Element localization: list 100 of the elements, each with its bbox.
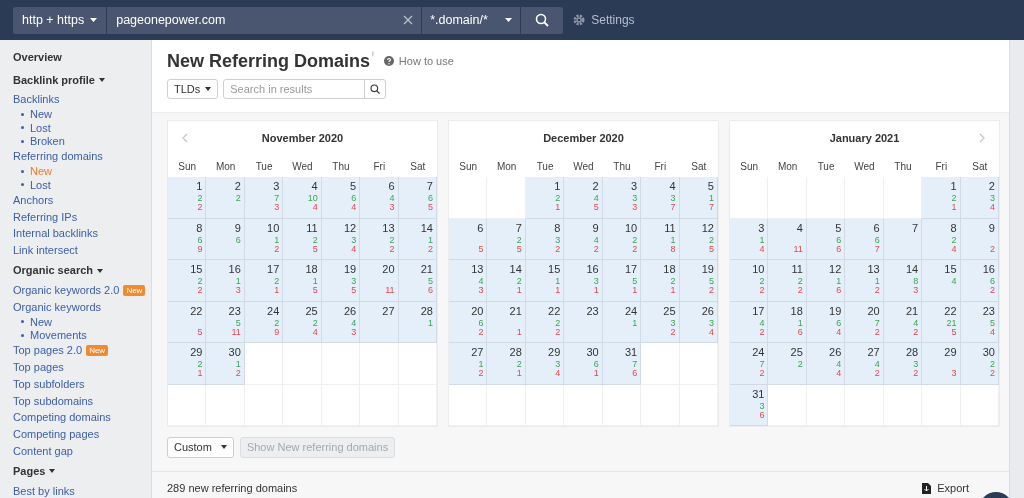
- day-cell[interactable]: 21 5 6: [398, 260, 437, 302]
- day-cell[interactable]: 15 2 2: [168, 260, 207, 302]
- day-cell[interactable]: 20 6 2: [449, 301, 488, 343]
- day-cell[interactable]: 26 4 4: [806, 343, 846, 385]
- day-cell[interactable]: 10 2 2: [730, 260, 769, 302]
- day-cell[interactable]: 22 5: [168, 301, 207, 343]
- day-cell[interactable]: 18 1 6: [768, 301, 807, 343]
- day-cell[interactable]: 12 2 5: [679, 218, 718, 260]
- search-button[interactable]: [521, 6, 564, 34]
- settings-button[interactable]: Settings: [573, 11, 635, 29]
- day-cell[interactable]: 16 3 1: [564, 260, 603, 302]
- day-cell[interactable]: 1 2 1: [525, 177, 565, 219]
- day-cell[interactable]: 30 6 1: [564, 343, 603, 385]
- day-cell[interactable]: 6 4 3: [360, 177, 399, 219]
- day-cell[interactable]: 22 21 5: [922, 301, 961, 343]
- day-cell[interactable]: 11 2 2: [768, 260, 807, 302]
- day-cell[interactable]: 5 1 7: [679, 177, 718, 219]
- sidebar-link[interactable]: Best by links: [13, 482, 75, 498]
- day-cell[interactable]: 29 2 1: [168, 343, 207, 385]
- day-cell[interactable]: 31 3 6: [730, 384, 769, 426]
- section-heading[interactable]: Pages: [13, 463, 46, 480]
- day-cell[interactable]: 23: [564, 301, 603, 343]
- day-cell[interactable]: 29 3 4: [525, 343, 565, 385]
- day-cell[interactable]: 7 2 5: [487, 218, 526, 260]
- day-cell[interactable]: 24 7 2: [730, 343, 769, 385]
- sidebar-link[interactable]: Competing pages: [13, 426, 100, 443]
- day-cell[interactable]: 5 6 6: [806, 218, 846, 260]
- day-cell[interactable]: 24 2 9: [244, 301, 284, 343]
- day-cell[interactable]: 28 3 2: [883, 343, 923, 385]
- day-cell[interactable]: 4 3 7: [641, 177, 680, 219]
- day-cell[interactable]: 17 4 2: [730, 301, 769, 343]
- day-cell[interactable]: 30 2 2: [960, 343, 999, 385]
- day-cell[interactable]: 2 3 4: [960, 177, 999, 219]
- day-cell[interactable]: 27 1 2: [449, 343, 488, 385]
- day-cell[interactable]: 30 1 2: [206, 343, 245, 385]
- day-cell[interactable]: 14 8 3: [883, 260, 923, 302]
- day-cell[interactable]: 1 2 2: [168, 177, 207, 219]
- day-cell[interactable]: 19 3 5: [321, 260, 361, 302]
- day-cell[interactable]: 18 2 1: [641, 260, 680, 302]
- url-field[interactable]: pageonepower.com: [107, 6, 423, 34]
- day-cell[interactable]: 17 2 1: [244, 260, 284, 302]
- day-cell[interactable]: 26 4 3: [321, 301, 361, 343]
- day-cell[interactable]: 11 1 8: [641, 218, 680, 260]
- day-cell[interactable]: 10 2 2: [602, 218, 642, 260]
- day-cell[interactable]: 7 6 5: [398, 177, 437, 219]
- day-cell[interactable]: 20 11: [360, 260, 399, 302]
- day-cell[interactable]: 23 5 4: [960, 301, 999, 343]
- sidebar-link[interactable]: Referring IPs: [13, 208, 78, 226]
- day-cell[interactable]: 2 4 5: [564, 177, 603, 219]
- day-cell[interactable]: 22 2 2: [525, 301, 565, 343]
- day-cell[interactable]: 8 3 2: [525, 218, 565, 260]
- day-cell[interactable]: 24 1: [602, 301, 642, 343]
- day-cell[interactable]: 31 7 6: [602, 343, 642, 385]
- day-cell[interactable]: 26 3 4: [679, 301, 718, 343]
- day-cell[interactable]: 3 7 3: [244, 177, 284, 219]
- day-cell[interactable]: 10 1 2: [244, 218, 284, 260]
- day-cell[interactable]: 11 2 5: [283, 218, 322, 260]
- day-cell[interactable]: 25 2 4: [283, 301, 322, 343]
- section-heading[interactable]: Overview: [13, 48, 62, 66]
- day-cell[interactable]: 12 3 4: [321, 218, 361, 260]
- sidebar-link[interactable]: Referring domains: [13, 148, 103, 165]
- sidebar-link[interactable]: Competing domains: [13, 409, 111, 426]
- sidebar-link[interactable]: Anchors: [13, 191, 54, 209]
- day-cell[interactable]: 4 11: [768, 218, 807, 260]
- sidebar-link[interactable]: Top pages: [13, 359, 64, 376]
- day-cell[interactable]: 3 3 3: [602, 177, 642, 219]
- sidebar-link[interactable]: Internal backlinks: [13, 225, 98, 242]
- day-cell[interactable]: 23 5 11: [206, 301, 245, 343]
- day-cell[interactable]: 14 1 2: [398, 218, 437, 260]
- day-cell[interactable]: 9 2: [960, 218, 999, 260]
- day-cell[interactable]: 28 2 1: [487, 343, 526, 385]
- mode-dropdown[interactable]: *.domain/*: [422, 6, 522, 34]
- day-cell[interactable]: 13 4 3: [449, 260, 488, 302]
- day-cell[interactable]: 1 2 1: [922, 177, 961, 219]
- day-cell[interactable]: 21 1: [487, 301, 526, 343]
- day-cell[interactable]: 27: [360, 301, 399, 343]
- export-button[interactable]: Export: [922, 480, 969, 497]
- section-heading[interactable]: Organic search: [13, 262, 94, 279]
- search-input[interactable]: Search in results: [224, 80, 365, 98]
- url-input[interactable]: pageonepower.com: [116, 10, 404, 30]
- day-cell[interactable]: 29 3: [922, 343, 961, 385]
- day-cell[interactable]: 13 2 2: [360, 218, 399, 260]
- tlds-dropdown[interactable]: TLDs: [167, 79, 219, 99]
- day-cell[interactable]: 28 1: [398, 301, 437, 343]
- day-cell[interactable]: 27 4 2: [845, 343, 884, 385]
- day-cell[interactable]: 6 5: [449, 218, 488, 260]
- day-cell[interactable]: 19 5 2: [679, 260, 718, 302]
- day-cell[interactable]: 8 2 4: [922, 218, 961, 260]
- day-cell[interactable]: 2 2: [206, 177, 245, 219]
- range-dropdown[interactable]: Custom: [167, 436, 234, 458]
- day-cell[interactable]: 18 1 5: [283, 260, 322, 302]
- day-cell[interactable]: 17 5 1: [602, 260, 642, 302]
- day-cell[interactable]: 9 6: [206, 218, 245, 260]
- sidebar-link[interactable]: Top subdomains: [13, 392, 94, 410]
- sidebar-link[interactable]: Backlinks: [13, 91, 60, 108]
- day-cell[interactable]: 15 4: [922, 260, 961, 302]
- day-cell[interactable]: 9 4 2: [564, 218, 603, 260]
- day-cell[interactable]: 25 3 2: [641, 301, 680, 343]
- day-cell[interactable]: 5 6 4: [321, 177, 361, 219]
- day-cell[interactable]: 13 1 2: [845, 260, 884, 302]
